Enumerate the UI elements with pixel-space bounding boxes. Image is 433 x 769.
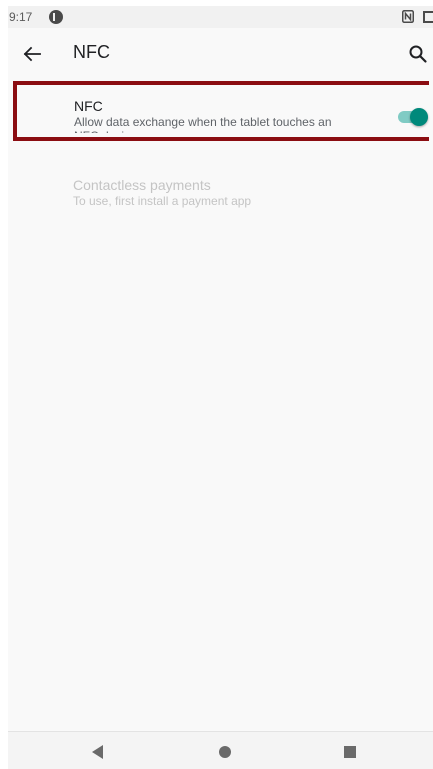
nav-back-icon[interactable]	[92, 745, 103, 759]
nfc-setting-summary: Allow data exchange when the tablet touc…	[74, 115, 332, 133]
navigation-bar	[8, 731, 433, 769]
search-icon[interactable]	[406, 42, 430, 66]
settings-screen: 9:17 NFC NFC Allow data exchange when th…	[8, 6, 433, 769]
page-title: NFC	[73, 42, 110, 62]
nav-recents-icon[interactable]	[344, 746, 356, 758]
app-bar: NFC	[8, 28, 433, 80]
contactless-title: Contactless payments	[73, 177, 211, 193]
contactless-summary: To use, first install a payment app	[73, 194, 252, 208]
arrow-back-icon[interactable]	[20, 42, 44, 66]
status-bar: 9:17	[8, 6, 433, 28]
notification-icon	[49, 10, 63, 24]
nfc-setting-title: NFC	[74, 98, 103, 114]
contactless-text: Contactless payments To use, first insta…	[73, 176, 251, 208]
nfc-icon	[402, 10, 414, 23]
nfc-setting-text: NFC Allow data exchange when the tablet …	[74, 97, 359, 133]
toggle-thumb	[410, 108, 428, 126]
contactless-payments-row: Contactless payments To use, first insta…	[8, 170, 433, 214]
nav-home-icon[interactable]	[219, 746, 231, 758]
status-time: 9:17	[9, 10, 33, 24]
nfc-setting-row[interactable]: NFC Allow data exchange when the tablet …	[13, 81, 429, 141]
nfc-setting-summary-clip: Allow data exchange when the tablet touc…	[74, 115, 359, 133]
battery-icon	[423, 11, 433, 23]
nfc-toggle-switch[interactable]	[398, 108, 430, 126]
